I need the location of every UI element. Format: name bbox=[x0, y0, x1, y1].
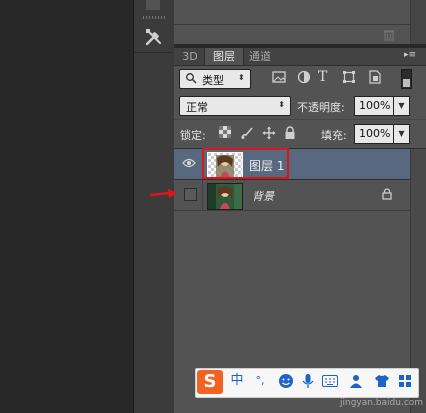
lock-icon bbox=[382, 188, 392, 200]
layer-name[interactable]: 背景 bbox=[252, 188, 274, 204]
upper-panel bbox=[174, 0, 410, 25]
filter-toggle[interactable] bbox=[401, 69, 412, 89]
chevron-down-icon[interactable]: ▼ bbox=[393, 96, 410, 116]
shirt-icon[interactable] bbox=[372, 371, 392, 391]
tab-3d[interactable]: 3D bbox=[178, 48, 202, 65]
opacity-field[interactable]: 100% bbox=[354, 96, 394, 116]
lock-label: 锁定: bbox=[180, 129, 206, 142]
ime-mode[interactable]: 中 bbox=[228, 371, 246, 391]
lock-all-icon[interactable] bbox=[284, 126, 298, 140]
divider bbox=[174, 119, 426, 120]
blend-mode-value: 正常 bbox=[186, 101, 208, 114]
eye-icon[interactable] bbox=[182, 158, 196, 168]
blend-mode-dropdown[interactable]: 正常 ⬍ bbox=[179, 96, 291, 116]
opacity-value: 100% bbox=[359, 99, 391, 112]
tool-strip bbox=[133, 0, 174, 413]
fill-label: 填充: bbox=[321, 129, 347, 142]
lock-pixels-icon[interactable] bbox=[240, 126, 254, 140]
emoji-icon[interactable] bbox=[276, 371, 296, 391]
trash-icon[interactable] bbox=[383, 29, 395, 41]
visibility-toggle[interactable] bbox=[184, 188, 197, 201]
opacity-label: 不透明度: bbox=[297, 101, 345, 114]
arrow-icon bbox=[149, 189, 178, 199]
layer-thumbnail bbox=[207, 183, 243, 210]
chevron-updown-icon: ⬍ bbox=[238, 73, 245, 82]
filter-shape-icon[interactable] bbox=[342, 70, 356, 84]
lock-transparent-icon[interactable] bbox=[219, 126, 233, 140]
filter-pixel-icon[interactable] bbox=[272, 70, 286, 84]
filter-adjustment-icon[interactable] bbox=[297, 70, 311, 84]
sogou-logo-icon[interactable]: S bbox=[197, 370, 223, 394]
panel-grip[interactable] bbox=[143, 16, 165, 19]
tab-layers[interactable]: 图层 bbox=[204, 48, 244, 65]
fill-field[interactable]: 100% bbox=[354, 124, 394, 144]
tools-icon[interactable] bbox=[141, 24, 167, 50]
chevron-updown-icon: ⬍ bbox=[278, 100, 285, 109]
divider bbox=[134, 52, 173, 53]
highlight-box bbox=[202, 148, 289, 179]
tool-button-stub[interactable] bbox=[146, 0, 160, 10]
fill-value: 100% bbox=[359, 127, 391, 140]
lock-position-icon[interactable] bbox=[262, 126, 276, 140]
menu-icon[interactable]: ▸≡ bbox=[404, 50, 422, 62]
tab-channels[interactable]: 通道 bbox=[245, 48, 275, 65]
user-icon[interactable] bbox=[344, 371, 368, 391]
upper-panel-scrollbar[interactable] bbox=[410, 0, 426, 44]
grid-menu-icon[interactable] bbox=[396, 371, 414, 391]
filter-kind-dropdown[interactable]: 类型 ⬍ bbox=[179, 69, 251, 89]
filter-kind-label: 类型 bbox=[202, 74, 224, 87]
filter-type-icon[interactable]: T bbox=[318, 70, 332, 84]
canvas-area[interactable] bbox=[0, 0, 133, 413]
watermark: jingyan.baidu.com bbox=[340, 398, 424, 408]
filter-smart-object-icon[interactable] bbox=[368, 70, 382, 84]
search-icon bbox=[185, 72, 197, 87]
chevron-down-icon[interactable]: ▼ bbox=[393, 124, 410, 144]
ime-punctuation[interactable]: °, bbox=[250, 371, 270, 391]
microphone-icon[interactable] bbox=[298, 371, 318, 391]
keyboard-icon[interactable] bbox=[320, 371, 340, 391]
